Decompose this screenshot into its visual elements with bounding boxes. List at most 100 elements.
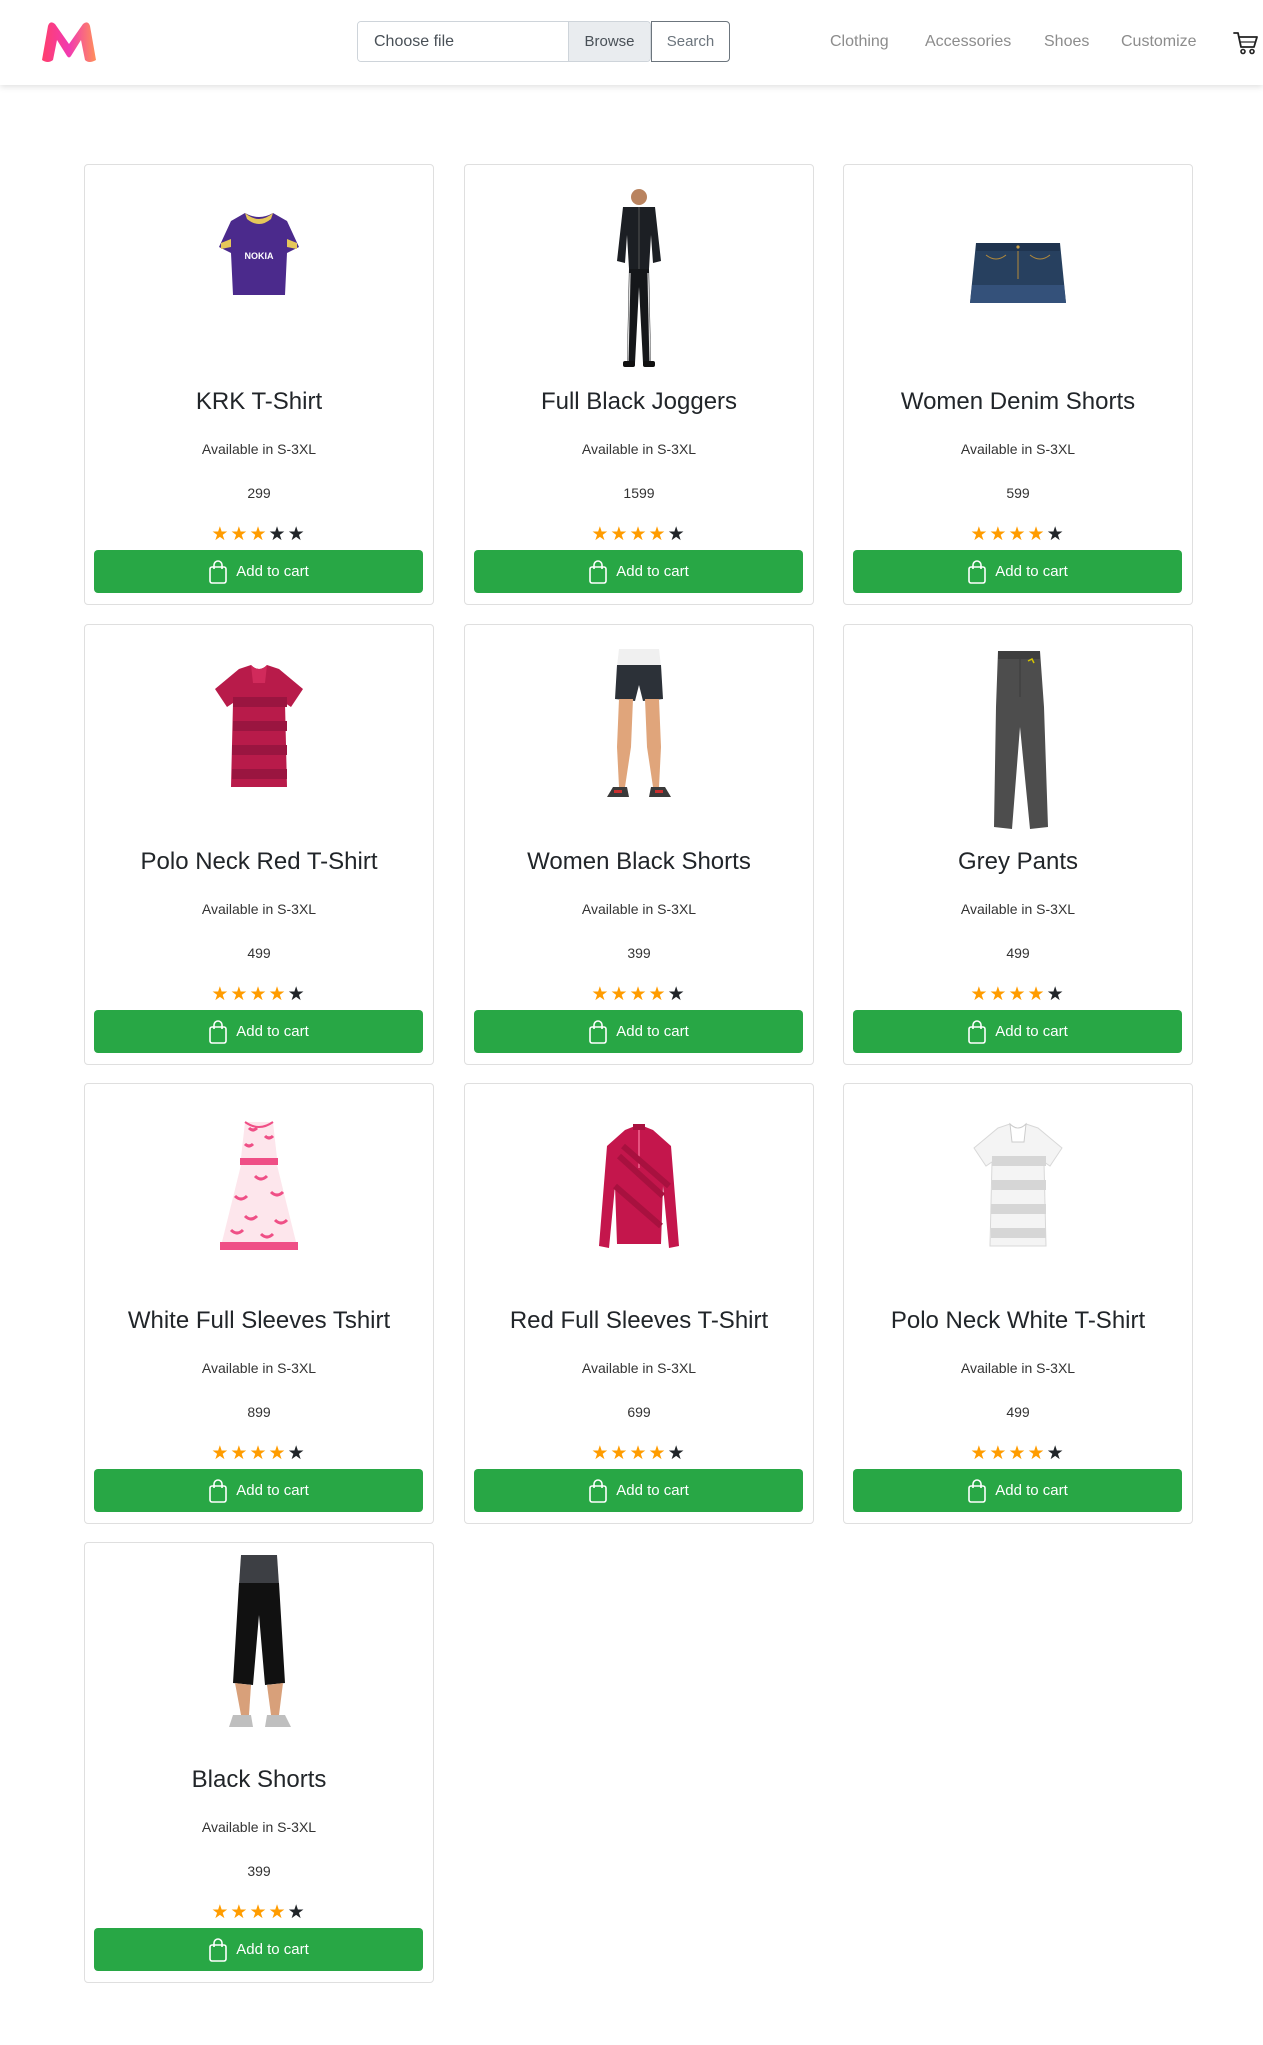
product-price: 299 — [247, 485, 271, 501]
star-icon: ★ — [230, 984, 250, 1005]
product-image[interactable] — [844, 1096, 1192, 1296]
product-card: Grey Pants Available in S-3XL 499 ★★★★★ … — [843, 624, 1193, 1065]
product-price: 1599 — [623, 485, 655, 501]
star-icon: ★ — [989, 524, 1009, 545]
star-icon: ★ — [591, 524, 611, 545]
star-icon: ★ — [268, 984, 288, 1005]
rating-stars: ★★★★★ — [465, 1444, 813, 1464]
star-icon: ★ — [249, 984, 269, 1005]
add-to-cart-button[interactable]: Add to cart — [853, 1010, 1182, 1053]
file-upload-input[interactable]: Choose file Browse — [357, 21, 651, 62]
star-icon: ★ — [211, 1902, 231, 1923]
shopping-bag-icon — [589, 1478, 608, 1503]
rating-stars: ★★★★★ — [844, 525, 1192, 545]
add-to-cart-label: Add to cart — [995, 1482, 1068, 1499]
product-availability: Available in S-3XL — [960, 1360, 1076, 1376]
product-price: 899 — [247, 1404, 271, 1420]
product-card: White Full Sleeves Tshirt Available in S… — [84, 1083, 434, 1524]
star-icon: ★ — [230, 524, 250, 545]
product-title: KRK T-Shirt — [195, 388, 323, 415]
product-card: Full Black Joggers Available in S-3XL 15… — [464, 164, 814, 605]
rating-stars: ★★★★★ — [465, 985, 813, 1005]
product-image[interactable] — [85, 1096, 433, 1296]
product-availability: Available in S-3XL — [201, 901, 317, 917]
add-to-cart-label: Add to cart — [995, 1023, 1068, 1040]
star-icon: ★ — [249, 1443, 269, 1464]
product-card: Polo Neck White T-Shirt Available in S-3… — [843, 1083, 1193, 1524]
star-icon: ★ — [648, 524, 668, 545]
add-to-cart-button[interactable]: Add to cart — [853, 1469, 1182, 1512]
product-image[interactable] — [844, 637, 1192, 837]
product-title: Women Denim Shorts — [900, 388, 1136, 415]
star-icon: ★ — [610, 524, 630, 545]
product-availability: Available in S-3XL — [960, 901, 1076, 917]
rating-stars: ★★★★★ — [85, 1444, 433, 1464]
product-image[interactable] — [465, 637, 813, 837]
product-price: 499 — [1006, 945, 1030, 961]
nav-link-shoes[interactable]: Shoes — [1044, 32, 1089, 52]
star-icon: ★ — [970, 984, 990, 1005]
star-icon: ★ — [667, 524, 687, 545]
rating-stars: ★★★★★ — [85, 525, 433, 545]
add-to-cart-button[interactable]: Add to cart — [853, 550, 1182, 593]
star-icon: ★ — [667, 1443, 687, 1464]
add-to-cart-button[interactable]: Add to cart — [474, 1469, 803, 1512]
top-navbar: Choose file Browse Search Clothing Acces… — [0, 0, 1263, 85]
product-card: NOKIA KRK T-Shirt Available in S-3XL 299… — [84, 164, 434, 605]
star-icon: ★ — [1046, 984, 1066, 1005]
star-icon: ★ — [1008, 524, 1028, 545]
svg-text:NOKIA: NOKIA — [245, 251, 275, 261]
product-card: Red Full Sleeves T-Shirt Available in S-… — [464, 1083, 814, 1524]
product-image[interactable] — [85, 1555, 433, 1755]
add-to-cart-label: Add to cart — [995, 563, 1068, 580]
product-image[interactable] — [85, 637, 433, 837]
add-to-cart-button[interactable]: Add to cart — [94, 1928, 423, 1971]
add-to-cart-label: Add to cart — [616, 1482, 689, 1499]
star-icon: ★ — [211, 524, 231, 545]
add-to-cart-button[interactable]: Add to cart — [474, 1010, 803, 1053]
product-image[interactable] — [465, 1096, 813, 1296]
star-icon: ★ — [1008, 984, 1028, 1005]
product-title: Full Black Joggers — [540, 388, 738, 415]
file-input-text[interactable]: Choose file — [358, 22, 568, 61]
star-icon: ★ — [610, 1443, 630, 1464]
nav-link-accessories[interactable]: Accessories — [925, 32, 1011, 52]
product-title: Polo Neck White T-Shirt — [890, 1307, 1146, 1334]
shopping-bag-icon — [209, 1478, 228, 1503]
product-price: 699 — [627, 1404, 651, 1420]
myntra-logo-icon[interactable] — [36, 18, 102, 66]
product-card: Polo Neck Red T-Shirt Available in S-3XL… — [84, 624, 434, 1065]
product-price: 399 — [247, 1863, 271, 1879]
browse-button[interactable]: Browse — [568, 22, 650, 61]
product-availability: Available in S-3XL — [960, 441, 1076, 457]
product-availability: Available in S-3XL — [201, 1360, 317, 1376]
add-to-cart-button[interactable]: Add to cart — [94, 1010, 423, 1053]
nav-link-clothing[interactable]: Clothing — [830, 32, 889, 52]
product-image[interactable]: NOKIA — [85, 177, 433, 377]
shopping-bag-icon — [968, 1478, 987, 1503]
cart-icon[interactable] — [1233, 31, 1259, 55]
shopping-bag-icon — [209, 559, 228, 584]
product-image[interactable] — [844, 177, 1192, 377]
star-icon: ★ — [648, 1443, 668, 1464]
star-icon: ★ — [610, 984, 630, 1005]
product-price: 499 — [1006, 1404, 1030, 1420]
product-image[interactable] — [465, 177, 813, 377]
product-availability: Available in S-3XL — [581, 441, 697, 457]
shopping-bag-icon — [589, 559, 608, 584]
product-availability: Available in S-3XL — [581, 1360, 697, 1376]
nav-link-customize[interactable]: Customize — [1121, 32, 1197, 52]
shopping-bag-icon — [968, 1019, 987, 1044]
add-to-cart-button[interactable]: Add to cart — [94, 1469, 423, 1512]
star-icon: ★ — [287, 984, 307, 1005]
product-title: Red Full Sleeves T-Shirt — [509, 1307, 769, 1334]
add-to-cart-label: Add to cart — [616, 563, 689, 580]
search-button[interactable]: Search — [651, 21, 730, 62]
star-icon: ★ — [211, 1443, 231, 1464]
add-to-cart-label: Add to cart — [236, 1482, 309, 1499]
star-icon: ★ — [629, 524, 649, 545]
add-to-cart-button[interactable]: Add to cart — [94, 550, 423, 593]
product-title: Grey Pants — [957, 848, 1079, 875]
star-icon: ★ — [287, 524, 307, 545]
add-to-cart-button[interactable]: Add to cart — [474, 550, 803, 593]
